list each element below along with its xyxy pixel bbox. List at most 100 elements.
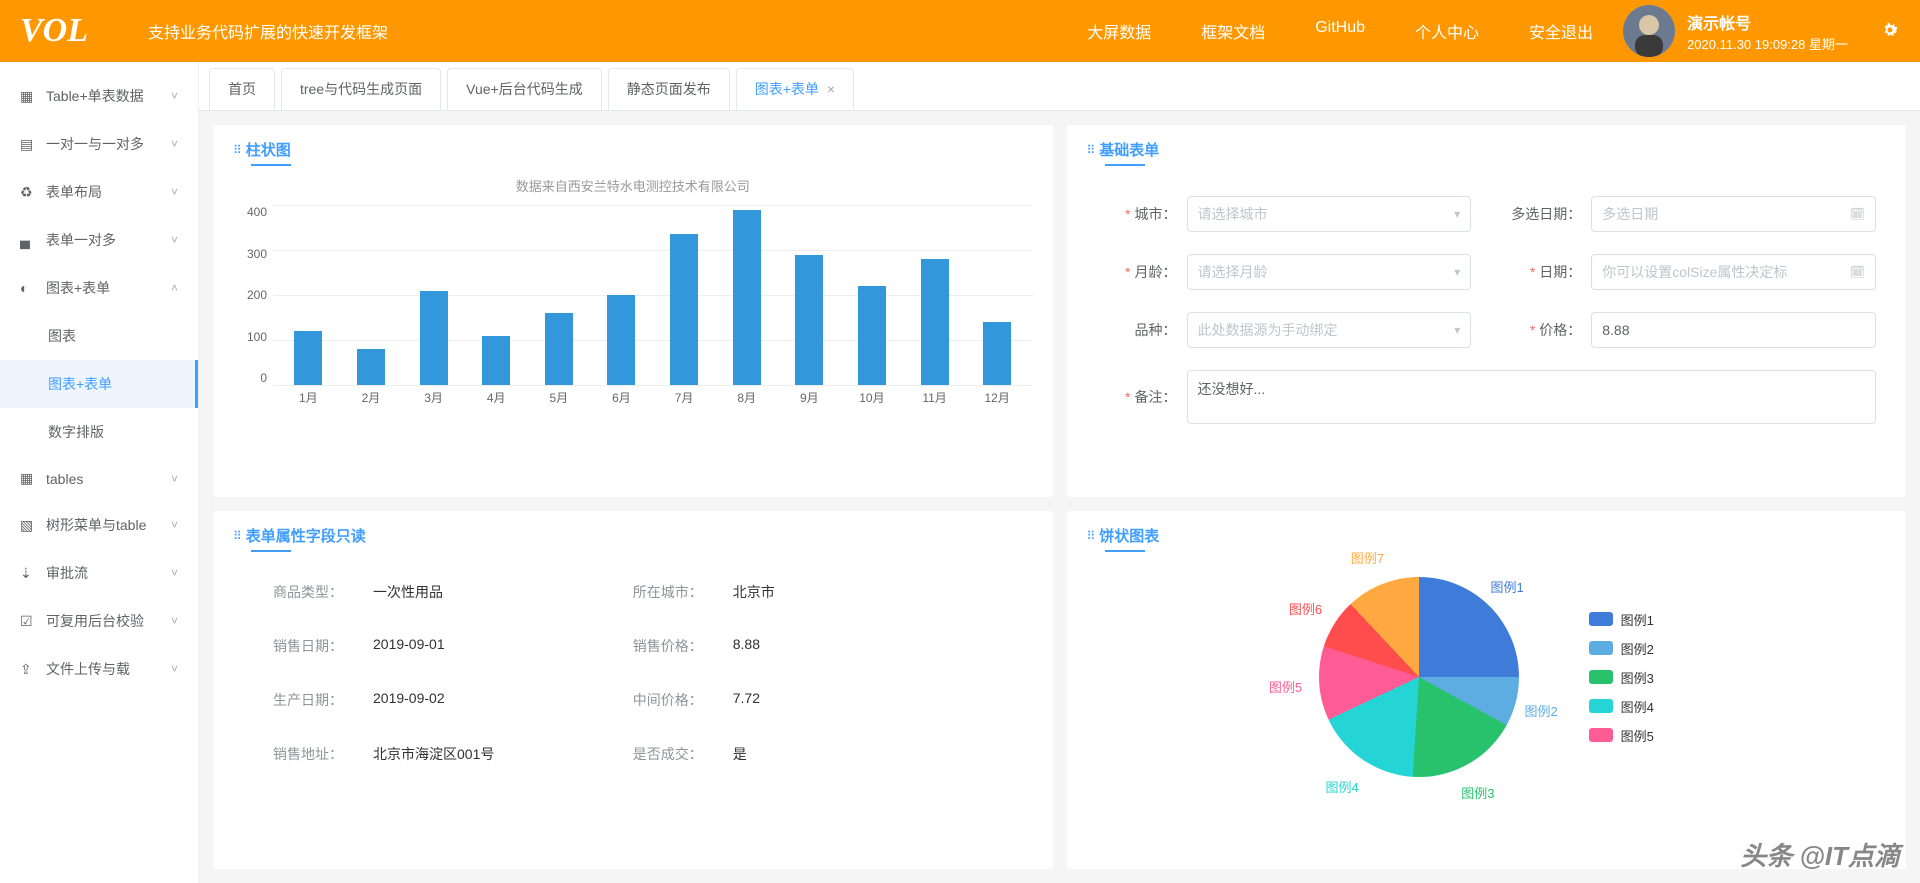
label-multidate: 多选日期：	[1501, 204, 1591, 224]
tab[interactable]: Vue+后台代码生成	[447, 68, 602, 110]
pie-chart: 图例1图例2图例3图例4图例5图例6图例7	[1319, 577, 1519, 777]
panel-icon: ⠿	[233, 143, 240, 157]
legend-item[interactable]: 图例2	[1589, 639, 1654, 658]
pie-slice-label: 图例5	[1269, 677, 1302, 696]
sidebar-item[interactable]: ▤一对一与一对多˅	[0, 120, 198, 168]
panel-pie: ⠿饼状图表 图例1图例2图例3图例4图例5图例6图例7 图例1图例2图例3图例4…	[1067, 511, 1907, 869]
sidebar-item-label: 表单布局	[46, 182, 171, 202]
ro-value: 是	[733, 744, 747, 764]
x-tick: 3月	[420, 389, 448, 406]
upload-icon: ⇪	[20, 661, 36, 678]
panel-title: 柱状图	[246, 139, 291, 160]
panel-icon: ⠿	[1087, 529, 1094, 543]
sidebar-item[interactable]: ▧树形菜单与table˅	[0, 501, 198, 549]
legend-item[interactable]: 图例3	[1589, 668, 1654, 687]
user-name: 演示帐号	[1687, 10, 1848, 34]
sidebar-item[interactable]: ⇪文件上传与载˅	[0, 645, 198, 693]
panel-title: 基础表单	[1099, 139, 1159, 160]
select-breed[interactable]: 此处数据源为手动绑定▾	[1187, 312, 1472, 348]
nav-link[interactable]: GitHub	[1315, 19, 1365, 43]
tab-label: 静态页面发布	[627, 81, 711, 97]
x-tick: 11月	[921, 389, 949, 406]
chevron-up-icon: ˄	[171, 281, 178, 295]
tab[interactable]: tree与代码生成页面	[281, 68, 441, 110]
legend-swatch	[1589, 612, 1613, 626]
sidebar-item[interactable]: ⇣审批流˅	[0, 549, 198, 597]
nav-link[interactable]: 安全退出	[1529, 19, 1593, 43]
chevron-down-icon: ˅	[171, 566, 178, 580]
nav-link[interactable]: 大屏数据	[1087, 19, 1151, 43]
chevron-down-icon: ˅	[171, 614, 178, 628]
bar	[921, 259, 949, 385]
panel-icon: ⠿	[233, 529, 240, 543]
tab-label: tree与代码生成页面	[300, 81, 422, 97]
y-tick: 100	[247, 330, 267, 344]
ro-label: 所在城市：	[633, 582, 733, 602]
panel-title: 表单属性字段只读	[246, 525, 366, 546]
pie-legend: 图例1 图例2 图例3 图例4 图例5	[1589, 610, 1654, 745]
bar	[545, 313, 573, 385]
bar	[294, 331, 322, 385]
ro-value: 2019-09-02	[373, 690, 445, 710]
sidebar-item[interactable]: ☑可复用后台校验˅	[0, 597, 198, 645]
legend-swatch	[1589, 728, 1613, 742]
y-tick: 200	[247, 288, 267, 302]
tab[interactable]: 图表+表单×	[736, 68, 854, 110]
sidebar-item[interactable]: ◐图表+表单˄	[0, 264, 198, 312]
y-tick: 0	[260, 371, 267, 385]
avatar[interactable]	[1623, 5, 1675, 57]
legend-item[interactable]: 图例5	[1589, 726, 1654, 745]
sidebar-item[interactable]: ▦tables˅	[0, 456, 198, 501]
x-tick: 7月	[670, 389, 698, 406]
chevron-down-icon: ˅	[171, 89, 178, 103]
x-tick: 12月	[983, 389, 1011, 406]
input-price[interactable]: 8.88	[1591, 312, 1876, 348]
bar	[983, 322, 1011, 385]
sidebar-item[interactable]: ▄表单一对多˅	[0, 216, 198, 264]
label-age: 月龄：	[1097, 262, 1187, 282]
sidebar-item[interactable]: ♻表单布局˅	[0, 168, 198, 216]
tab[interactable]: 静态页面发布	[608, 68, 730, 110]
sidebar-item[interactable]: ▦Table+单表数据˅	[0, 72, 198, 120]
table-icon: ▤	[20, 136, 36, 153]
chevron-down-icon: ▾	[1454, 265, 1460, 279]
input-date[interactable]: 你可以设置colSize属性决定标🗓	[1591, 254, 1876, 290]
input-multidate[interactable]: 多选日期🗓	[1591, 196, 1876, 232]
ro-value: 一次性用品	[373, 582, 443, 602]
sidebar-item-label: tables	[46, 471, 171, 487]
y-tick: 300	[247, 247, 267, 261]
bar	[670, 234, 698, 385]
ro-label: 是否成交：	[633, 744, 733, 764]
x-tick: 4月	[482, 389, 510, 406]
ro-value: 北京市	[733, 582, 775, 602]
sidebar-subitem[interactable]: 图表	[0, 312, 198, 360]
sidebar-subitem[interactable]: 数字排版	[0, 408, 198, 456]
recycle-icon: ♻	[20, 184, 36, 201]
legend-item[interactable]: 图例1	[1589, 610, 1654, 629]
textarea-remark[interactable]: 还没想好...	[1187, 370, 1877, 424]
sidebar-subitem[interactable]: 图表+表单	[0, 360, 198, 408]
pie-slice-label: 图例3	[1461, 783, 1494, 802]
x-tick: 8月	[733, 389, 761, 406]
pie-slice-label: 图例6	[1289, 599, 1322, 618]
gear-icon[interactable]	[1880, 20, 1900, 43]
chevron-down-icon: ˅	[171, 662, 178, 676]
tab-label: Vue+后台代码生成	[466, 81, 583, 97]
bar	[607, 295, 635, 385]
tab[interactable]: 首页	[209, 68, 275, 110]
legend-item[interactable]: 图例4	[1589, 697, 1654, 716]
chevron-down-icon: ˅	[171, 518, 178, 532]
chevron-down-icon: ˅	[171, 233, 178, 247]
sidebar-item-label: 图表+表单	[46, 278, 171, 298]
chevron-down-icon: ˅	[171, 472, 178, 486]
sidebar-item-label: 树形菜单与table	[46, 515, 171, 535]
nav-link[interactable]: 个人中心	[1415, 19, 1479, 43]
nav-link[interactable]: 框架文档	[1201, 19, 1265, 43]
panel-barchart: ⠿柱状图 数据来自西安兰特水电测控技术有限公司 4003002001000 1月…	[213, 125, 1053, 497]
ro-value: 2019-09-01	[373, 636, 445, 656]
select-city[interactable]: 请选择城市▾	[1187, 196, 1472, 232]
select-age[interactable]: 请选择月龄▾	[1187, 254, 1472, 290]
x-tick: 5月	[545, 389, 573, 406]
bar	[420, 291, 448, 386]
close-icon[interactable]: ×	[827, 81, 835, 97]
